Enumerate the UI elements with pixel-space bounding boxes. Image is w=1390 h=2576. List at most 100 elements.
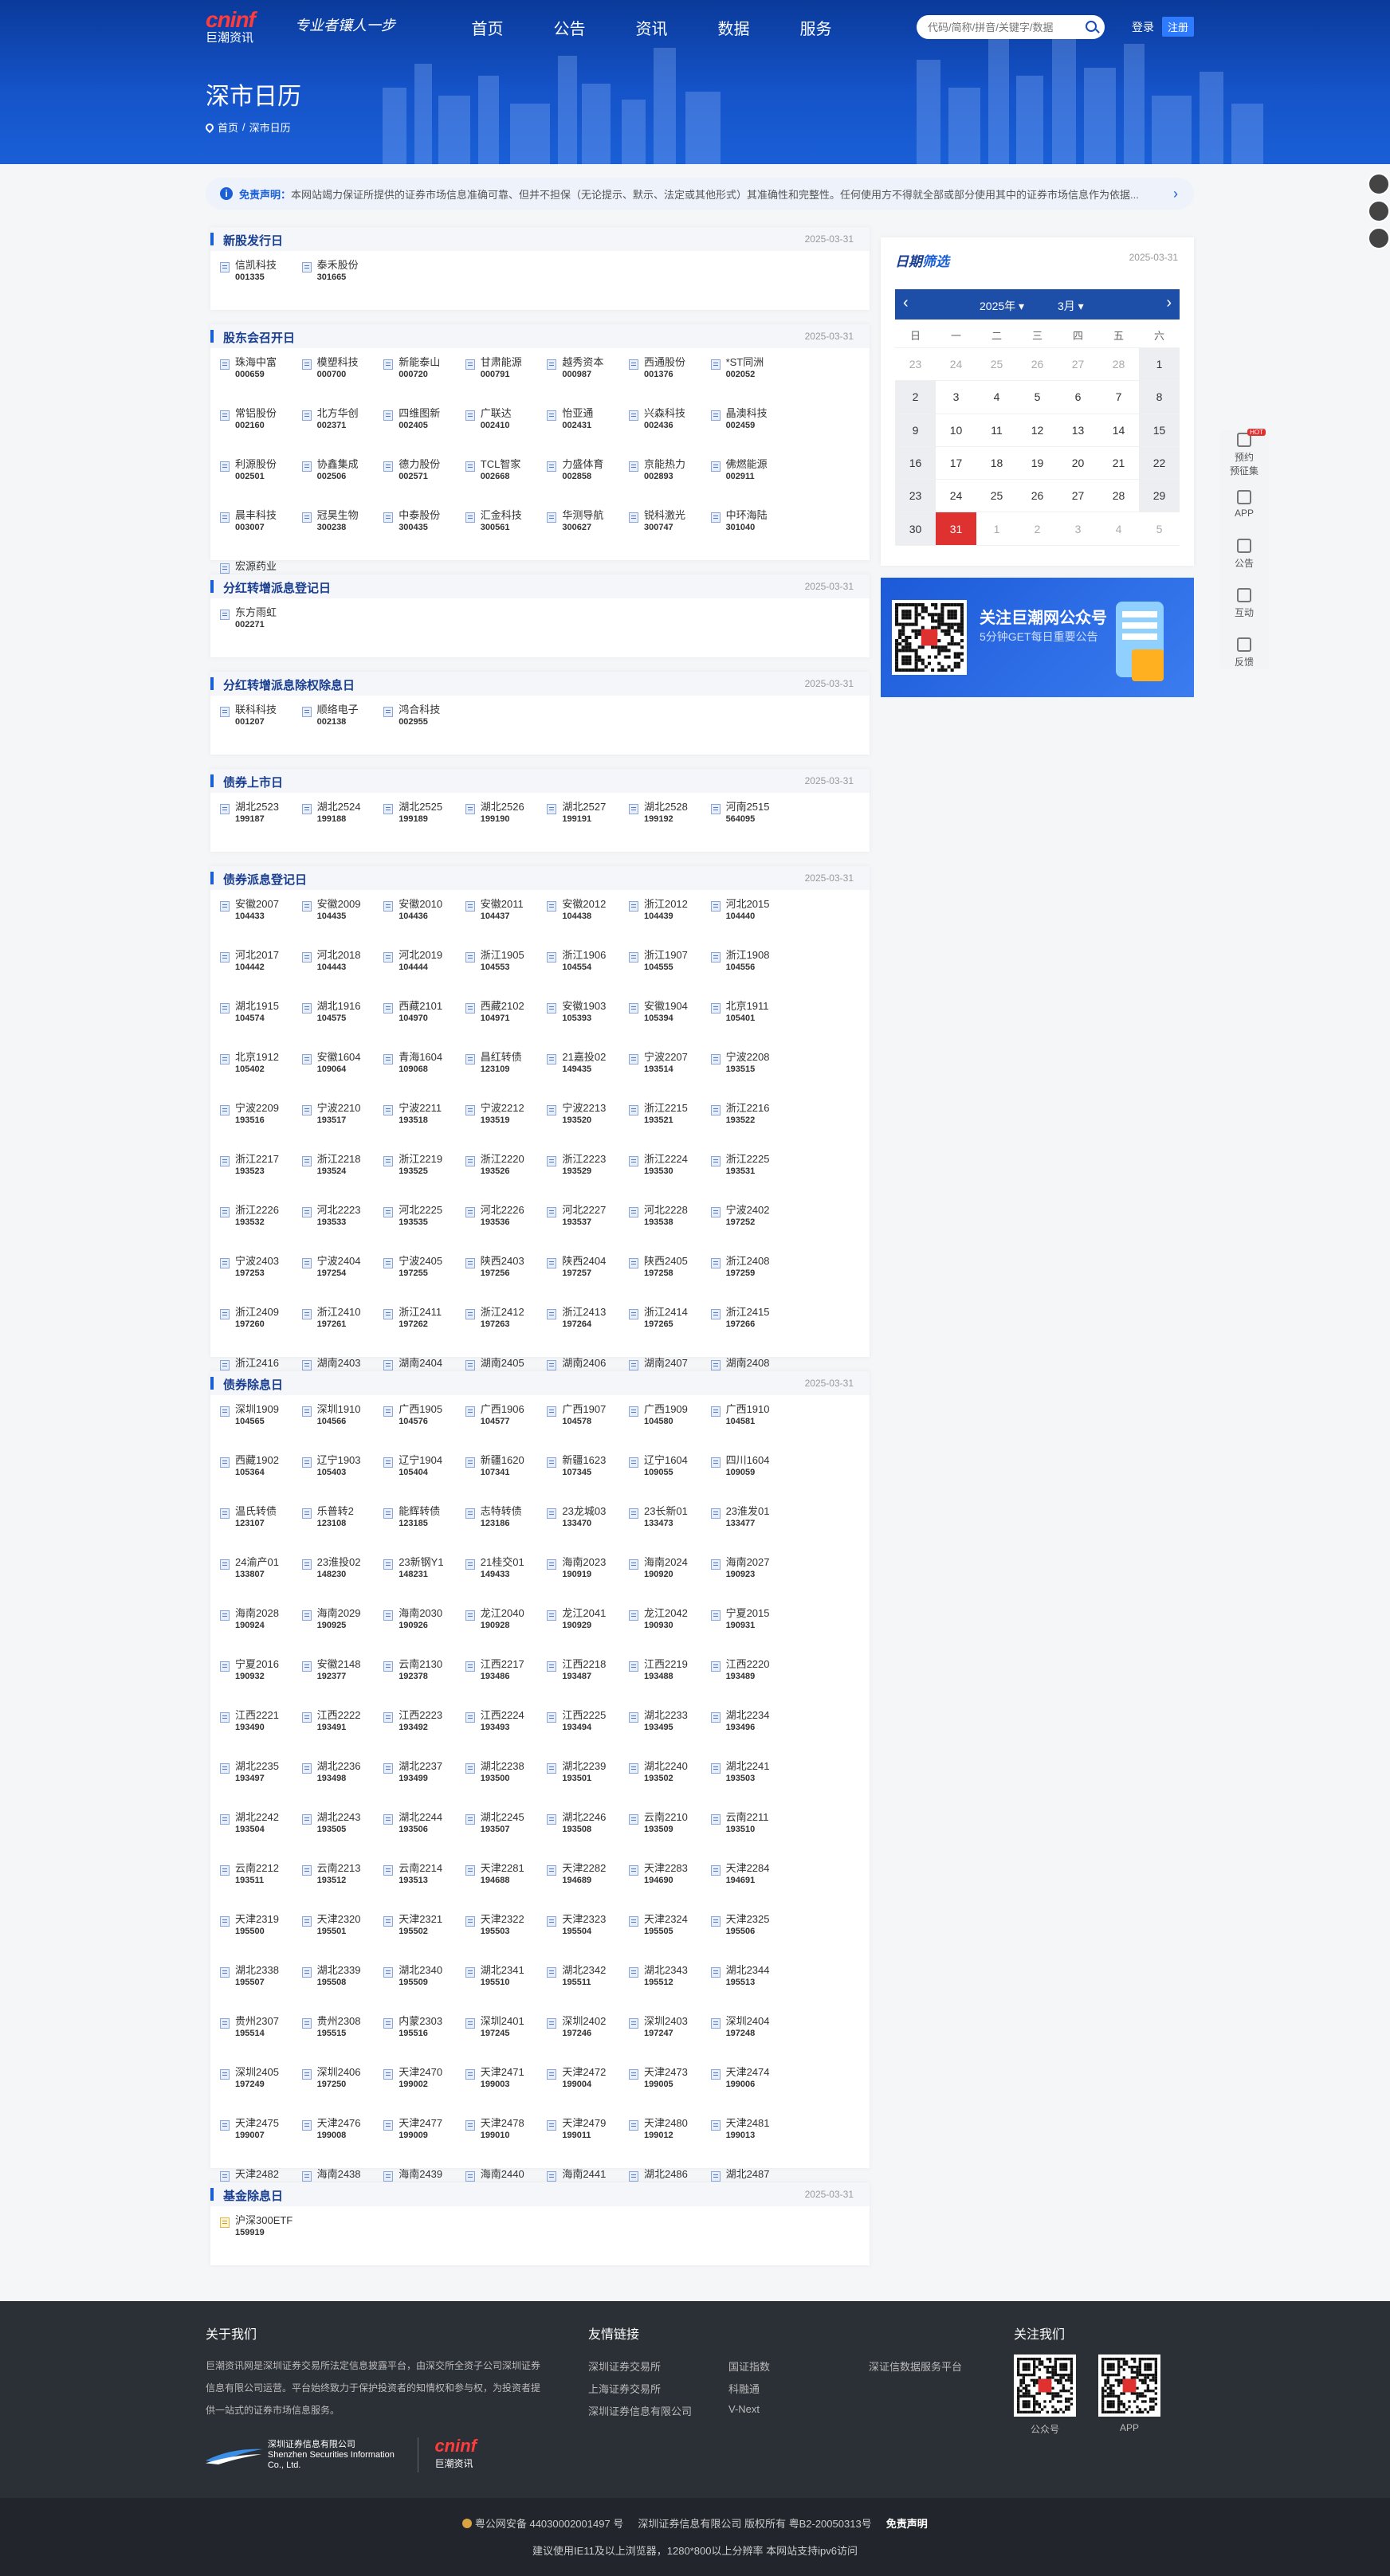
security-item[interactable]: 浙江2012 104439 — [628, 898, 711, 949]
sidebar-announcements[interactable]: 公告 — [1219, 529, 1269, 578]
day-cell[interactable]: 25 — [976, 480, 1017, 513]
security-item[interactable]: 常铝股份 002160 — [220, 407, 302, 458]
security-item[interactable]: 河北2225 193535 — [383, 1204, 465, 1255]
security-item[interactable]: 沪深300ETF 159919 — [220, 2214, 302, 2265]
security-item[interactable]: 河北2019 104444 — [383, 949, 465, 1000]
security-item[interactable]: 龙江2041 190929 — [547, 1607, 629, 1658]
day-cell[interactable]: 19 — [1017, 447, 1058, 480]
float-button-2[interactable] — [1368, 200, 1390, 222]
security-item[interactable]: 河北2226 193536 — [465, 1204, 548, 1255]
security-item[interactable]: 德力股份 002571 — [383, 458, 465, 509]
wechat-follow-banner[interactable]: 关注巨潮网公众号 5分钟GET每日重要公告 — [881, 578, 1194, 697]
security-item[interactable]: 宁波2213 193520 — [547, 1102, 629, 1153]
security-item[interactable]: 江西2225 193494 — [547, 1709, 629, 1760]
security-item[interactable]: 安徽1604 109064 — [301, 1051, 384, 1102]
security-item[interactable]: 浙江2412 197263 — [465, 1306, 548, 1357]
day-cell[interactable]: 20 — [1058, 447, 1098, 480]
security-item[interactable]: 河南2515 564095 — [710, 801, 793, 852]
day-cell[interactable]: 4 — [1098, 512, 1139, 546]
security-item[interactable]: 河北2015 104440 — [710, 898, 793, 949]
security-item[interactable]: 协鑫集成 002506 — [301, 458, 384, 509]
link-data-platform[interactable]: 深证信数据服务平台 — [869, 2358, 962, 2374]
day-cell[interactable]: 10 — [936, 414, 976, 447]
security-item[interactable]: 安徽1904 105394 — [628, 1000, 711, 1051]
security-item[interactable]: 深圳2403 197247 — [628, 2015, 711, 2066]
security-item[interactable]: 陕西2404 197257 — [547, 1255, 629, 1306]
security-item[interactable]: 陕西2403 197256 — [465, 1255, 548, 1306]
security-item[interactable]: 西藏1902 105364 — [220, 1454, 302, 1505]
security-item[interactable]: 汇金科技 300561 — [465, 509, 548, 560]
security-item[interactable]: 江西2223 193492 — [383, 1709, 465, 1760]
security-item[interactable]: 北方华创 002371 — [301, 407, 384, 458]
security-item[interactable]: TCL智家 002668 — [465, 458, 548, 509]
security-item[interactable]: 陕西2405 197258 — [628, 1255, 711, 1306]
security-item[interactable]: 深圳2401 197245 — [465, 2015, 548, 2066]
security-item[interactable]: 浙江2415 197266 — [710, 1306, 793, 1357]
security-item[interactable]: 江西2219 193488 — [628, 1658, 711, 1709]
security-item[interactable]: 湖北2339 195508 — [301, 1964, 384, 2015]
day-cell[interactable]: 21 — [1098, 447, 1139, 480]
security-item[interactable]: 辽宁1903 105403 — [301, 1454, 384, 1505]
nav-news[interactable]: 资讯 — [611, 16, 693, 39]
security-item[interactable]: 浙江2218 193524 — [301, 1153, 384, 1204]
day-cell[interactable]: 30 — [895, 512, 936, 546]
security-item[interactable]: 浙江1906 104554 — [547, 949, 629, 1000]
day-cell[interactable]: 29 — [1139, 480, 1180, 513]
security-item[interactable]: 兴森科技 002436 — [628, 407, 711, 458]
security-item[interactable]: 天津2473 199005 — [628, 2066, 711, 2117]
security-item[interactable]: 天津2480 199012 — [628, 2117, 711, 2168]
security-item[interactable]: 湖北2233 193495 — [628, 1709, 711, 1760]
day-cell[interactable]: 27 — [1058, 480, 1098, 513]
security-item[interactable]: 东方雨虹 002271 — [220, 606, 302, 657]
security-item[interactable]: 内蒙2303 195516 — [383, 2015, 465, 2066]
security-item[interactable]: 浙江2217 193523 — [220, 1153, 302, 1204]
security-item[interactable]: 安徽2011 104437 — [465, 898, 548, 949]
security-item[interactable]: 湖北2240 193502 — [628, 1760, 711, 1811]
security-item[interactable]: 浙江1905 104553 — [465, 949, 548, 1000]
security-item[interactable]: 浙江2216 193522 — [710, 1102, 793, 1153]
security-item[interactable]: 安徽2012 104438 — [547, 898, 629, 949]
security-item[interactable]: 贵州2308 195515 — [301, 2015, 384, 2066]
security-item[interactable]: 中环海陆 301040 — [710, 509, 793, 560]
security-item[interactable]: 天津2472 199004 — [547, 2066, 629, 2117]
float-button-3[interactable] — [1368, 227, 1390, 249]
security-item[interactable]: 湖北2523 199187 — [220, 801, 302, 852]
security-item[interactable]: 安徽2009 104435 — [301, 898, 384, 949]
security-item[interactable]: 湖北2341 195510 — [465, 1964, 548, 2015]
security-item[interactable]: 浙江2220 193526 — [465, 1153, 548, 1204]
security-item[interactable]: 青海1604 109068 — [383, 1051, 465, 1102]
security-item[interactable]: 湖北2245 193507 — [465, 1811, 548, 1862]
day-cell[interactable]: 1 — [976, 512, 1017, 546]
sidebar-prevote[interactable]: HOT 预约 预征集 — [1219, 429, 1269, 480]
security-item[interactable]: 信凯科技 001335 — [220, 259, 302, 310]
security-item[interactable]: 深圳1910 104566 — [301, 1403, 384, 1454]
security-item[interactable]: 晨丰科技 003007 — [220, 509, 302, 560]
security-item[interactable]: 江西2217 193486 — [465, 1658, 548, 1709]
security-item[interactable]: 湖北2528 199192 — [628, 801, 711, 852]
security-item[interactable]: 浙江2225 193531 — [710, 1153, 793, 1204]
security-item[interactable]: 北京1911 105401 — [710, 1000, 793, 1051]
security-item[interactable]: 新能泰山 000720 — [383, 356, 465, 407]
security-item[interactable]: 浙江2226 193532 — [220, 1204, 302, 1255]
security-item[interactable]: 北京1912 105402 — [220, 1051, 302, 1102]
security-item[interactable]: 西藏2101 104970 — [383, 1000, 465, 1051]
security-item[interactable]: 越秀资本 000987 — [547, 356, 629, 407]
security-item[interactable]: 浙江2409 197260 — [220, 1306, 302, 1357]
security-item[interactable]: 深圳1909 104565 — [220, 1403, 302, 1454]
security-item[interactable]: 辽宁1604 109055 — [628, 1454, 711, 1505]
security-item[interactable]: 辽宁1904 105404 — [383, 1454, 465, 1505]
day-cell[interactable]: 3 — [936, 381, 976, 414]
day-cell[interactable]: 11 — [976, 414, 1017, 447]
security-item[interactable]: 安徽1903 105393 — [547, 1000, 629, 1051]
day-cell[interactable]: 25 — [976, 348, 1017, 382]
security-item[interactable]: 天津2479 199011 — [547, 2117, 629, 2168]
security-item[interactable]: 浙江2223 193529 — [547, 1153, 629, 1204]
security-item[interactable]: 华测导航 300627 — [547, 509, 629, 560]
sidebar-interaction[interactable]: 互动 — [1219, 578, 1269, 628]
security-item[interactable]: 海南2029 190925 — [301, 1607, 384, 1658]
security-item[interactable]: 龙江2042 190930 — [628, 1607, 711, 1658]
security-item[interactable]: 云南2212 193511 — [220, 1862, 302, 1913]
security-item[interactable]: 湖北2246 193508 — [547, 1811, 629, 1862]
day-cell[interactable]: 31 — [936, 512, 976, 546]
security-item[interactable]: 海南2027 190923 — [710, 1556, 793, 1607]
